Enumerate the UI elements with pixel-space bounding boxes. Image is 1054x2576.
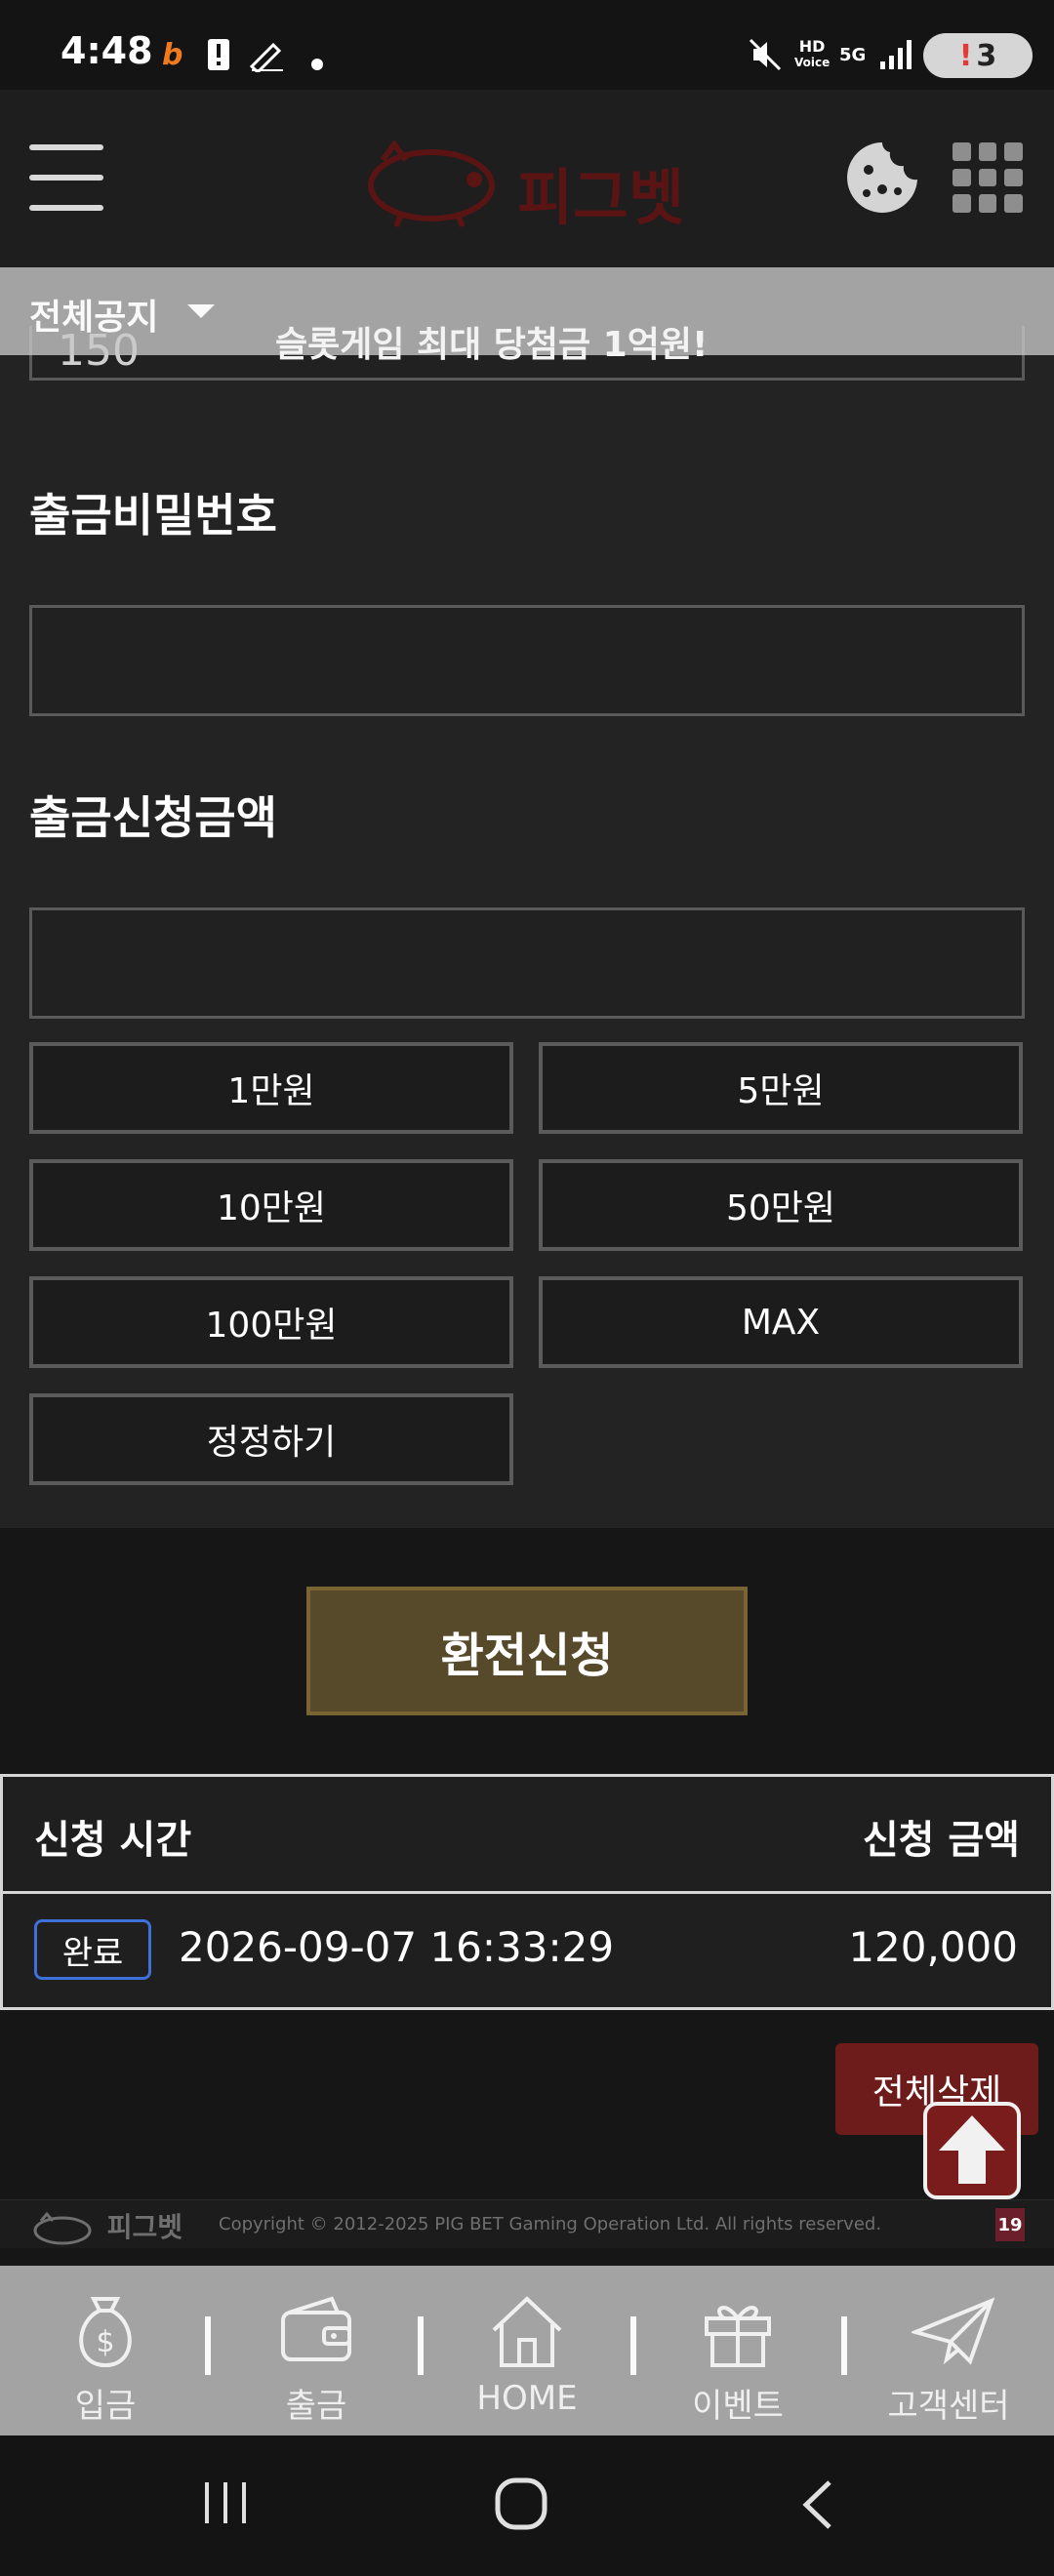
notice-marquee-text: 슬롯게임 최대 당첨금 1억원! [275,325,709,365]
amount-1m-button[interactable]: 100만원 [29,1276,513,1368]
top-header: 피그벳 [0,90,1054,267]
col-request-amount: 신청 금액 [862,1818,1020,1863]
withdraw-password-label: 출금비밀번호 [29,489,277,542]
signal-icon [878,35,913,74]
recents-icon [205,2482,246,2523]
withdraw-history-table: 신청 시간 신청 금액 완료 2026-09-07 16:33:29 120,0… [0,1774,1054,2010]
table-row: 완료 2026-09-07 16:33:29 120,000 [3,1894,1051,2007]
row-amount: 120,000 [848,1923,1018,1971]
apps-grid-icon[interactable] [953,142,1023,213]
withdraw-amount-input[interactable] [29,907,1025,1019]
nav-deposit[interactable]: $ 입금 [0,2266,211,2435]
nav-event[interactable]: 이벤트 [632,2266,843,2435]
exchange-apply-button[interactable]: 환전신청 [306,1587,748,1715]
battery-indicator: ! 3 [923,33,1033,78]
notice-label: 전체공지 [29,298,159,338]
nav-withdraw[interactable]: 출금 [211,2266,422,2435]
amount-10k-button[interactable]: 1만원 [29,1042,513,1134]
amount-reset-button[interactable]: 정정하기 [29,1393,513,1485]
dot-icon [310,45,324,84]
footer-logo: 피그벳 [29,2206,182,2246]
site-footer: 피그벳 Copyright © 2012-2025 PIG BET Gaming… [0,2199,1054,2248]
pigbet-logo[interactable]: 피그벳 [353,131,714,233]
battery-warning-icon: ! [958,38,973,73]
recents-button[interactable] [201,2478,250,2531]
amount-max-button[interactable]: MAX [539,1276,1023,1368]
table-header: 신청 시간 신청 금액 [3,1777,1051,1894]
mute-icon [748,35,783,74]
system-nav-bar [0,2435,1054,2576]
notice-bar[interactable]: 전체공지 슬롯게임 최대 당첨금 1억원! [0,267,1054,365]
withdraw-password-input[interactable] [29,605,1025,716]
scroll-to-top-button[interactable] [923,2102,1021,2199]
money-bag-icon: $ [79,2297,132,2368]
paper-plane-icon [912,2297,995,2365]
back-button[interactable] [798,2478,837,2535]
home-button[interactable] [494,2476,548,2535]
cookie-icon[interactable] [845,141,919,215]
hd-voice-icon: HD Voice [794,37,831,70]
status-bar: 4:48 b HD Voice 5G ! 3 [0,0,1054,90]
gift-icon [705,2306,771,2367]
age-19-badge: 19 [995,2208,1025,2241]
row-time: 2026-09-07 16:33:29 [179,1923,615,1971]
copyright-text: Copyright © 2012-2025 PIG BET Gaming Ope… [219,2214,882,2234]
bottom-nav: $ 입금 출금 HOME 이벤트 고객센터 [0,2266,1054,2435]
nav-home[interactable]: HOME [422,2266,632,2435]
back-chevron-icon [802,2480,831,2529]
pen-notification-icon [248,35,287,74]
b-app-icon: b [162,37,183,72]
status-time: 4:48 [61,29,153,72]
svg-text:$: $ [96,2325,114,2359]
home-circle-icon [495,2477,547,2530]
arrow-up-icon [939,2115,1005,2184]
caret-down-icon[interactable] [187,304,215,318]
nav-customer-center[interactable]: 고객센터 [843,2266,1054,2435]
status-badge: 완료 [34,1919,151,1980]
col-request-time: 신청 시간 [34,1818,192,1863]
withdraw-amount-label: 출금신청금액 [29,791,277,844]
hamburger-menu-icon[interactable] [29,144,103,213]
amount-50k-button[interactable]: 5만원 [539,1042,1023,1134]
5g-icon: 5G [839,44,867,65]
withdraw-form: 150 출금비밀번호 출금신청금액 1만원 5만원 10만원 50만원 100만… [0,267,1054,1528]
alert-notification-icon [207,35,230,74]
wallet-icon [281,2296,351,2361]
home-icon [492,2296,562,2367]
amount-500k-button[interactable]: 50만원 [539,1159,1023,1251]
amount-100k-button[interactable]: 10만원 [29,1159,513,1251]
